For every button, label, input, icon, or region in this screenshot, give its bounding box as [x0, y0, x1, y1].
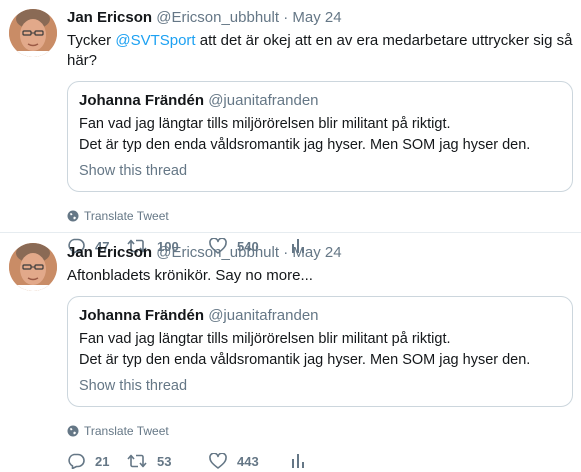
show-thread-link[interactable]: Show this thread [79, 161, 561, 181]
quote-line: Fan vad jag längtar tills miljörörelsen … [79, 331, 451, 347]
tweet-time[interactable]: May 24 [292, 244, 341, 261]
quote-line: Det är typ den enda våldsromantik jag hy… [79, 137, 531, 153]
author-name[interactable]: Jan Ericson [67, 244, 152, 261]
quote-line: Det är typ den enda våldsromantik jag hy… [79, 352, 531, 368]
show-thread-link[interactable]: Show this thread [79, 376, 561, 396]
translate-label: Translate Tweet [84, 424, 169, 438]
quote-author-name: Johanna Frändén [79, 307, 205, 324]
tweet-header: Jan Ericson @Ericson_ubbhult · May 24 [67, 243, 573, 263]
quote-text: Fan vad jag längtar tills miljörörelsen … [79, 114, 561, 156]
header-separator: · [283, 244, 289, 261]
analytics-button[interactable] [291, 453, 305, 469]
tweet-text-before: Tycker [67, 32, 116, 49]
avatar[interactable] [9, 9, 57, 57]
quote-text: Fan vad jag längtar tills miljörörelsen … [79, 329, 561, 371]
retweet-icon [127, 454, 147, 468]
tweet-actions: 21 53 443 [67, 453, 573, 469]
tweet[interactable]: Jan Ericson @Ericson_ubbhult · May 24 Ty… [0, 0, 581, 254]
quote-header: Johanna Frändén @juanitafranden [79, 91, 561, 111]
tweet[interactable]: Jan Ericson @Ericson_ubbhult · May 24 Af… [0, 233, 581, 472]
tweet-text: Aftonbladets krönikör. Say no more... [67, 267, 313, 284]
author-name[interactable]: Jan Ericson [67, 9, 152, 26]
reply-count: 21 [95, 453, 110, 469]
retweet-count: 53 [157, 453, 172, 469]
header-separator: · [283, 9, 289, 26]
author-username[interactable]: @Ericson_ubbhult [156, 244, 279, 261]
quote-header: Johanna Frändén @juanitafranden [79, 306, 561, 326]
retweet-button[interactable]: 53 [127, 453, 209, 469]
tweet-time[interactable]: May 24 [292, 9, 341, 26]
analytics-icon [292, 454, 304, 468]
tweet-timeline: Jan Ericson @Ericson_ubbhult · May 24 Ty… [0, 0, 581, 472]
author-username[interactable]: @Ericson_ubbhult [156, 9, 279, 26]
translate-tweet-link[interactable]: Translate Tweet [67, 208, 573, 224]
globe-icon [67, 425, 79, 437]
quote-author-name: Johanna Frändén [79, 92, 205, 109]
reply-icon [68, 453, 85, 469]
quoted-tweet[interactable]: Johanna Frändén @juanitafranden Fan vad … [67, 81, 573, 192]
tweet-text: Tycker @SVTSport att det är okej att en … [67, 31, 573, 71]
like-count: 443 [237, 453, 259, 469]
tweet-content: Jan Ericson @Ericson_ubbhult · May 24 Ty… [67, 8, 573, 254]
avatar[interactable] [9, 243, 57, 291]
quoted-tweet[interactable]: Johanna Frändén @juanitafranden Fan vad … [67, 296, 573, 407]
globe-icon [67, 210, 79, 222]
quote-line: Fan vad jag längtar tills miljörörelsen … [79, 116, 451, 132]
mention-link[interactable]: @SVTSport [115, 32, 195, 49]
reply-button[interactable]: 21 [67, 453, 127, 469]
translate-tweet-link[interactable]: Translate Tweet [67, 423, 573, 439]
translate-label: Translate Tweet [84, 209, 169, 223]
like-button[interactable]: 443 [209, 453, 291, 469]
quote-author-username: @juanitafranden [208, 92, 319, 109]
quote-author-username: @juanitafranden [208, 307, 319, 324]
tweet-content: Jan Ericson @Ericson_ubbhult · May 24 Af… [67, 243, 573, 469]
like-icon [209, 453, 227, 469]
tweet-header: Jan Ericson @Ericson_ubbhult · May 24 [67, 8, 573, 28]
